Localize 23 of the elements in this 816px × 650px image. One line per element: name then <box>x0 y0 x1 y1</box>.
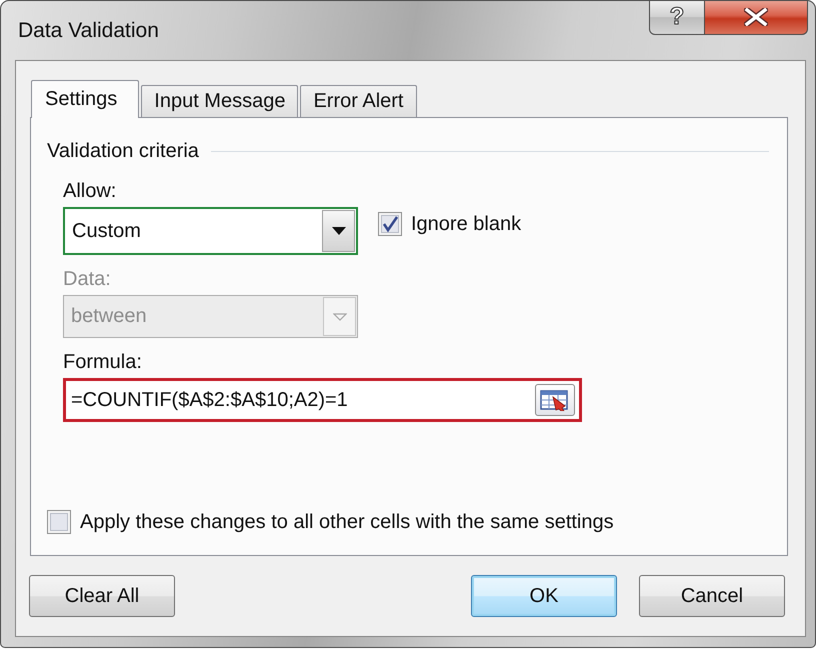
dialog-button[interactable]: Clear All <box>29 575 175 617</box>
field-label: Data: <box>63 267 111 291</box>
checkbox[interactable] <box>378 212 402 236</box>
field-label: Allow: <box>63 179 116 203</box>
close-icon <box>744 8 768 26</box>
caret-icon <box>332 227 346 235</box>
tab[interactable]: Settings <box>31 80 140 118</box>
tab[interactable]: Error Alert <box>300 85 416 117</box>
caret-icon <box>332 312 346 320</box>
checkbox[interactable] <box>47 510 71 534</box>
window-title: Data Validation <box>18 19 159 43</box>
dropdown-button[interactable] <box>322 210 355 252</box>
dialog-button[interactable]: Cancel <box>639 575 785 617</box>
field-label: Formula: <box>63 350 142 374</box>
tab[interactable]: Input Message <box>141 85 298 117</box>
range-select-button[interactable] <box>535 384 575 416</box>
checkbox-label: Apply these changes to all other cells with the same settings <box>80 510 614 534</box>
dropdown[interactable]: Custom <box>63 207 358 255</box>
group-heading: Validation criteria <box>47 139 199 163</box>
checkbox-label: Ignore blank <box>411 212 522 236</box>
close-button[interactable] <box>705 1 808 35</box>
dialog-button[interactable]: OK <box>471 575 617 617</box>
formula-field[interactable]: =COUNTIF($A$2:$A$10;A2)=1 <box>63 378 582 422</box>
